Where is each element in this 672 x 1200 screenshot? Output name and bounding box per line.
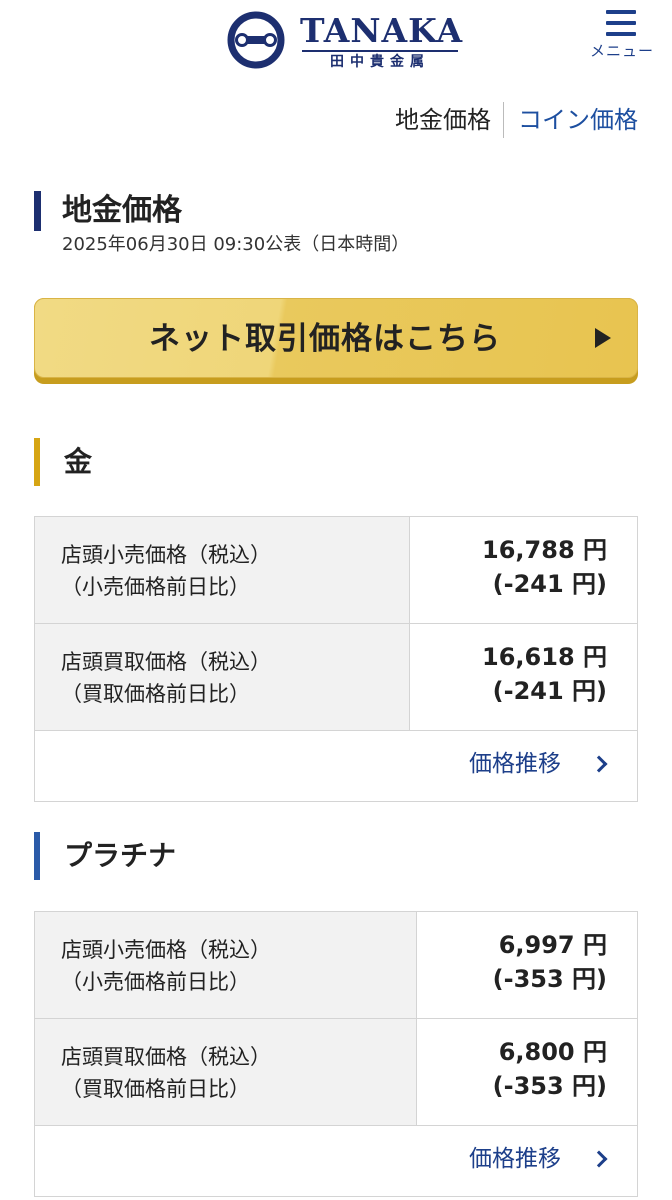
tab-coin-price[interactable]: コイン価格	[504, 102, 638, 138]
platinum-price-trend-link[interactable]: 価格推移	[35, 1126, 637, 1196]
table-row: 店頭小売価格（税込） （小売価格前日比） 16,788 円 (-241 円)	[35, 517, 637, 624]
platinum-buyback-change: (-353 円)	[492, 1072, 607, 1100]
table-row: 店頭小売価格（税込） （小売価格前日比） 6,997 円 (-353 円)	[35, 912, 637, 1019]
gold-retail-change: (-241 円)	[492, 570, 607, 598]
gold-buyback-change: (-241 円)	[492, 677, 607, 705]
row-value: 16,788 円 (-241 円)	[410, 517, 637, 623]
retail-change-label: （小売価格前日比）	[61, 970, 250, 994]
table-row: 店頭買取価格（税込） （買取価格前日比） 6,800 円 (-353 円)	[35, 1019, 637, 1126]
title-accent-bar	[34, 191, 41, 231]
retail-change-label: （小売価格前日比）	[61, 575, 250, 599]
table-row: 店頭買取価格（税込） （買取価格前日比） 16,618 円 (-241 円)	[35, 624, 637, 731]
tab-bullion-price[interactable]: 地金価格	[381, 102, 504, 138]
row-label: 店頭買取価格（税込） （買取価格前日比）	[35, 1019, 417, 1125]
row-label: 店頭小売価格（税込） （小売価格前日比）	[35, 912, 417, 1018]
row-value: 16,618 円 (-241 円)	[410, 624, 637, 730]
announcement-date: 2025年06月30日 09:30公表（日本時間）	[62, 234, 410, 255]
site-header: TANAKA 田中貴金属 メニュー	[0, 0, 672, 80]
row-value: 6,997 円 (-353 円)	[417, 912, 637, 1018]
price-type-tabs: 地金価格 コイン価格	[381, 100, 638, 140]
logo-divider	[302, 50, 458, 52]
row-value: 6,800 円 (-353 円)	[417, 1019, 637, 1125]
gold-retail-price: 16,788 円	[482, 536, 607, 564]
hamburger-icon	[606, 10, 636, 36]
menu-label: メニュー	[589, 42, 654, 60]
row-label: 店頭小売価格（税込） （小売価格前日比）	[35, 517, 410, 623]
platinum-buyback-price: 6,800 円	[498, 1038, 607, 1066]
platinum-retail-change: (-353 円)	[492, 965, 607, 993]
trend-label: 価格推移	[469, 751, 561, 777]
buyback-change-label: （買取価格前日比）	[61, 682, 250, 706]
row-label: 店頭買取価格（税込） （買取価格前日比）	[35, 624, 410, 730]
buyback-price-label: 店頭買取価格（税込）	[61, 1045, 271, 1069]
gold-price-trend-link[interactable]: 価格推移	[35, 731, 637, 801]
retail-price-label: 店頭小売価格（税込）	[61, 938, 271, 962]
page-title: 地金価格	[62, 193, 182, 228]
online-trading-price-button[interactable]: ネット取引価格はこちら	[34, 298, 638, 384]
platinum-accent-bar	[34, 832, 40, 880]
menu-button[interactable]: メニュー	[582, 6, 662, 66]
gold-heading: 金	[64, 445, 93, 478]
gold-price-table: 店頭小売価格（税込） （小売価格前日比） 16,788 円 (-241 円) 店…	[34, 516, 638, 802]
play-arrow-icon	[595, 328, 611, 348]
gold-buyback-price: 16,618 円	[482, 643, 607, 671]
logo-subtitle: 田中貴金属	[330, 54, 430, 70]
platinum-heading: プラチナ	[64, 839, 177, 872]
platinum-retail-price: 6,997 円	[498, 931, 607, 959]
tanaka-logo[interactable]: TANAKA 田中貴金属	[226, 8, 466, 70]
chevron-right-icon	[590, 1150, 608, 1168]
cta-label: ネット取引価格はこちら	[149, 321, 501, 357]
platinum-price-table: 店頭小売価格（税込） （小売価格前日比） 6,997 円 (-353 円) 店頭…	[34, 911, 638, 1197]
logo-wordmark: TANAKA	[300, 11, 464, 50]
chevron-right-icon	[590, 755, 608, 773]
buyback-change-label: （買取価格前日比）	[61, 1077, 250, 1101]
trend-label: 価格推移	[469, 1146, 561, 1172]
buyback-price-label: 店頭買取価格（税込）	[61, 650, 271, 674]
gold-accent-bar	[34, 438, 40, 486]
tanaka-logo-mark-icon	[227, 11, 285, 69]
cta-face: ネット取引価格はこちら	[34, 298, 638, 378]
retail-price-label: 店頭小売価格（税込）	[61, 543, 271, 567]
